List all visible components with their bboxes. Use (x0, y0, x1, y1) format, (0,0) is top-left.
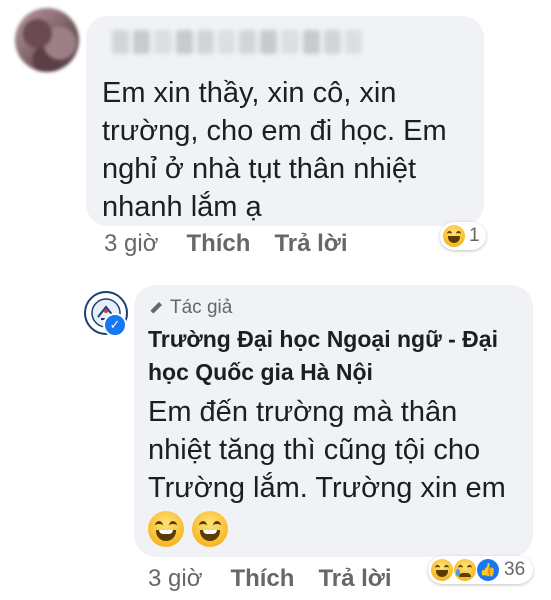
reaction-summary[interactable]: 👍 36 (428, 556, 534, 584)
author-tag: Tác giả (148, 297, 232, 319)
page-name-link[interactable]: Trường Đại học Ngoại ngữ - Đại học Quốc … (148, 323, 518, 389)
haha-icon (431, 559, 453, 581)
reply-button[interactable]: Trả lời (318, 565, 391, 593)
like-icon: 👍 (477, 559, 499, 581)
comment-bubble: Em xin thầy, xin cô, xin trường, cho em … (86, 16, 484, 226)
commenter-avatar-blurred[interactable] (15, 8, 79, 72)
reaction-count: 36 (504, 559, 526, 580)
verified-check-icon: ✓ (103, 313, 127, 337)
grin-emoji (192, 511, 228, 547)
sad-icon (454, 559, 476, 581)
reaction-summary[interactable]: 1 (440, 222, 486, 250)
commenter-name-blurred[interactable] (112, 30, 363, 54)
comment-timestamp[interactable]: 3 giờ (104, 230, 158, 258)
author-tag-label: Tác giả (170, 297, 233, 318)
comment-actions: 3 giờ Thích Trả lời (104, 230, 372, 258)
haha-icon (443, 225, 465, 247)
like-button[interactable]: Thích (186, 230, 250, 258)
pencil-icon (150, 302, 162, 314)
reply-text: Em đến trường mà thân nhiệt tăng thì cũn… (148, 396, 506, 504)
reply-emoji-row (148, 511, 228, 547)
reaction-count: 1 (469, 225, 480, 246)
reply-timestamp[interactable]: 3 giờ (148, 565, 202, 593)
like-button[interactable]: Thích (230, 565, 294, 593)
comment-text: Em xin thầy, xin cô, xin trường, cho em … (102, 77, 447, 223)
grin-emoji (148, 511, 184, 547)
reply-bubble: Tác giả Trường Đại học Ngoại ngữ - Đại h… (134, 285, 533, 557)
reply-actions: 3 giờ Thích Trả lời (148, 565, 416, 593)
reply-button[interactable]: Trả lời (274, 230, 347, 258)
